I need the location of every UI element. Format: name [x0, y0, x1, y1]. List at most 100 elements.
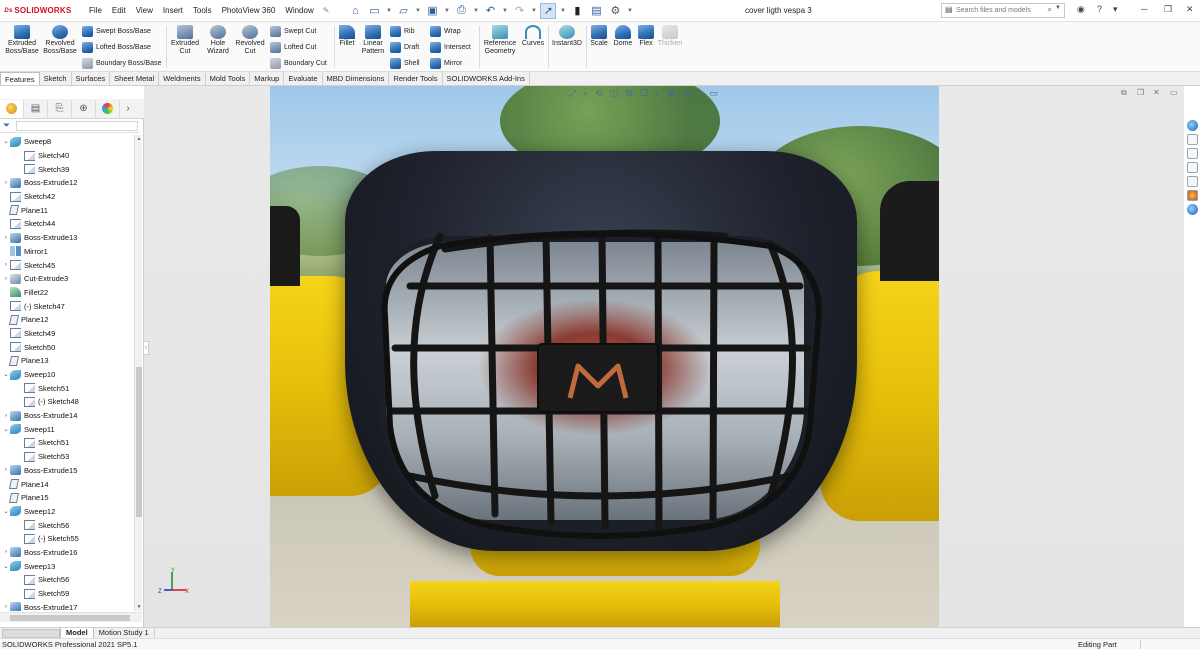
tree-item[interactable]: (-) Sketch55: [0, 532, 134, 546]
tree-item[interactable]: Sketch39: [0, 162, 134, 176]
tree-item[interactable]: Sketch56: [0, 518, 134, 532]
tree-item[interactable]: ⌄ Sweep13: [0, 559, 134, 573]
search-icon[interactable]: ⌕: [1048, 5, 1052, 15]
tab-evaluate[interactable]: Evaluate: [284, 72, 323, 85]
tree-item[interactable]: Sketch49: [0, 327, 134, 341]
save-dropdown-icon[interactable]: ▼: [443, 3, 450, 19]
tree-item[interactable]: Sketch51: [0, 436, 134, 450]
tree-expander-icon[interactable]: ⌄: [2, 563, 10, 570]
tree-item[interactable]: › Boss-Extrude14: [0, 409, 134, 423]
tree-expander-icon[interactable]: ›: [2, 180, 10, 186]
tree-item[interactable]: Plane14: [0, 477, 134, 491]
view-orientation-icon[interactable]: ❒: [640, 88, 648, 99]
print-icon[interactable]: ⎙: [453, 3, 469, 19]
menu-file[interactable]: File: [84, 6, 107, 15]
model-viewport[interactable]: [270, 86, 939, 627]
viewport-minimize-icon[interactable]: ▭: [1170, 88, 1178, 97]
revolved-boss-button[interactable]: Revolved Boss/Base: [42, 25, 78, 56]
panel-tabs-more[interactable]: ›: [120, 100, 136, 118]
instant3d-button[interactable]: Instant3D: [550, 25, 584, 48]
minimize-icon[interactable]: ─: [1141, 4, 1147, 14]
tab-model[interactable]: Model: [60, 627, 94, 639]
tree-item[interactable]: Mirror1: [0, 245, 134, 259]
tree-item[interactable]: › Boss-Extrude17: [0, 600, 134, 611]
reference-geometry-button[interactable]: Reference Geometry: [481, 25, 519, 56]
design-library-icon[interactable]: [1187, 134, 1198, 145]
dome-button[interactable]: Dome: [611, 25, 635, 48]
dynamic-annotation-icon[interactable]: ⊞: [625, 88, 633, 99]
new-dropdown-icon[interactable]: ▼: [385, 3, 392, 19]
filter-icon[interactable]: ⏷: [3, 120, 10, 131]
tree-item[interactable]: › Sketch45: [0, 258, 134, 272]
tree-item[interactable]: ⌄ Sweep8: [0, 135, 134, 149]
fillet-button[interactable]: Fillet: [336, 25, 358, 48]
redo-icon[interactable]: ↷: [511, 3, 527, 19]
solidworks-resources-icon[interactable]: [1187, 120, 1198, 131]
shell-button[interactable]: Shell: [390, 58, 420, 69]
feature-manager-tab[interactable]: [0, 99, 24, 118]
display-style-icon[interactable]: ◐: [655, 88, 660, 98]
print-dropdown-icon[interactable]: ▼: [472, 3, 479, 19]
undo-icon[interactable]: ↶: [482, 3, 498, 19]
save-icon[interactable]: ▣: [424, 3, 440, 19]
menu-edit[interactable]: Edit: [107, 6, 131, 15]
view-settings-icon[interactable]: ▭: [710, 88, 719, 99]
tile-icon[interactable]: ⧉: [1121, 88, 1127, 98]
menu-view[interactable]: View: [131, 6, 158, 15]
lofted-cut-button[interactable]: Lofted Cut: [270, 42, 316, 53]
linear-pattern-button[interactable]: Linear Pattern: [359, 25, 387, 56]
tree-item[interactable]: › Boss-Extrude16: [0, 546, 134, 560]
apply-scene-icon[interactable]: ◒: [697, 88, 702, 98]
tree-item[interactable]: Plane12: [0, 313, 134, 327]
tab-features[interactable]: Features: [0, 72, 40, 85]
tree-expander-icon[interactable]: ›: [2, 604, 10, 610]
restore-icon[interactable]: ❐: [1164, 4, 1172, 15]
menu-window[interactable]: Window: [280, 6, 318, 15]
tab-weldments[interactable]: Weldments: [159, 72, 206, 85]
tree-item[interactable]: Sketch56: [0, 573, 134, 587]
tree-item[interactable]: › Boss-Extrude15: [0, 464, 134, 478]
tree-item[interactable]: Plane15: [0, 491, 134, 505]
tab-solidworks-addins[interactable]: SOLIDWORKS Add-Ins: [443, 72, 530, 85]
tree-item[interactable]: Plane11: [0, 203, 134, 217]
tree-item[interactable]: Sketch40: [0, 149, 134, 163]
search-box[interactable]: ▤ Search files and models ⌕ ▼: [941, 3, 1065, 18]
menu-insert[interactable]: Insert: [158, 6, 188, 15]
rib-button[interactable]: Rib: [390, 26, 415, 37]
search-dropdown-icon[interactable]: ▼: [1055, 5, 1061, 11]
tree-item[interactable]: Sketch42: [0, 190, 134, 204]
tree-expander-icon[interactable]: ⌄: [2, 371, 10, 378]
swept-boss-button[interactable]: Swept Boss/Base: [82, 26, 151, 37]
flex-button[interactable]: Flex: [636, 25, 656, 48]
tree-item[interactable]: (-) Sketch47: [0, 299, 134, 313]
scroll-up-icon[interactable]: ▲: [135, 136, 143, 142]
boundary-boss-button[interactable]: Boundary Boss/Base: [82, 58, 161, 69]
mirror-button[interactable]: Mirror: [430, 58, 462, 69]
select-pointer-icon[interactable]: ➚: [540, 2, 557, 19]
headlight-grille-model[interactable]: [270, 86, 939, 627]
tree-expander-icon[interactable]: ›: [2, 235, 10, 241]
previous-view-icon[interactable]: ⟲: [595, 88, 603, 99]
solidworks-logo[interactable]: ᴰˢ SOLIDWORKS: [0, 6, 84, 16]
viewport-close-icon[interactable]: ✕: [1153, 88, 1160, 97]
section-view-icon[interactable]: ◫: [610, 88, 619, 99]
file-properties-icon[interactable]: ▤: [588, 3, 604, 19]
tab-nav-arrows[interactable]: [2, 628, 60, 638]
select-dropdown-icon[interactable]: ▼: [559, 3, 566, 19]
tree-item[interactable]: › Boss-Extrude12: [0, 176, 134, 190]
extruded-cut-button[interactable]: Extruded Cut: [168, 25, 202, 56]
hole-wizard-button[interactable]: Hole Wizard: [203, 25, 233, 56]
tree-item[interactable]: Plane13: [0, 354, 134, 368]
appearances-icon[interactable]: [1187, 176, 1198, 187]
tree-item[interactable]: › Boss-Extrude13: [0, 231, 134, 245]
dimxpert-tab[interactable]: ⊕: [72, 99, 96, 118]
swept-cut-button[interactable]: Swept Cut: [270, 26, 316, 37]
traffic-light-icon[interactable]: ▮: [569, 3, 585, 19]
profile-icon[interactable]: ◉: [1077, 4, 1085, 15]
tab-mold-tools[interactable]: Mold Tools: [206, 72, 251, 85]
tree-expander-icon[interactable]: ›: [2, 276, 10, 282]
hscroll-thumb[interactable]: [10, 615, 130, 621]
tree-vertical-scrollbar[interactable]: ▲ ▼: [134, 135, 142, 611]
tree-item[interactable]: Sketch59: [0, 587, 134, 601]
tree-item[interactable]: Sketch53: [0, 450, 134, 464]
